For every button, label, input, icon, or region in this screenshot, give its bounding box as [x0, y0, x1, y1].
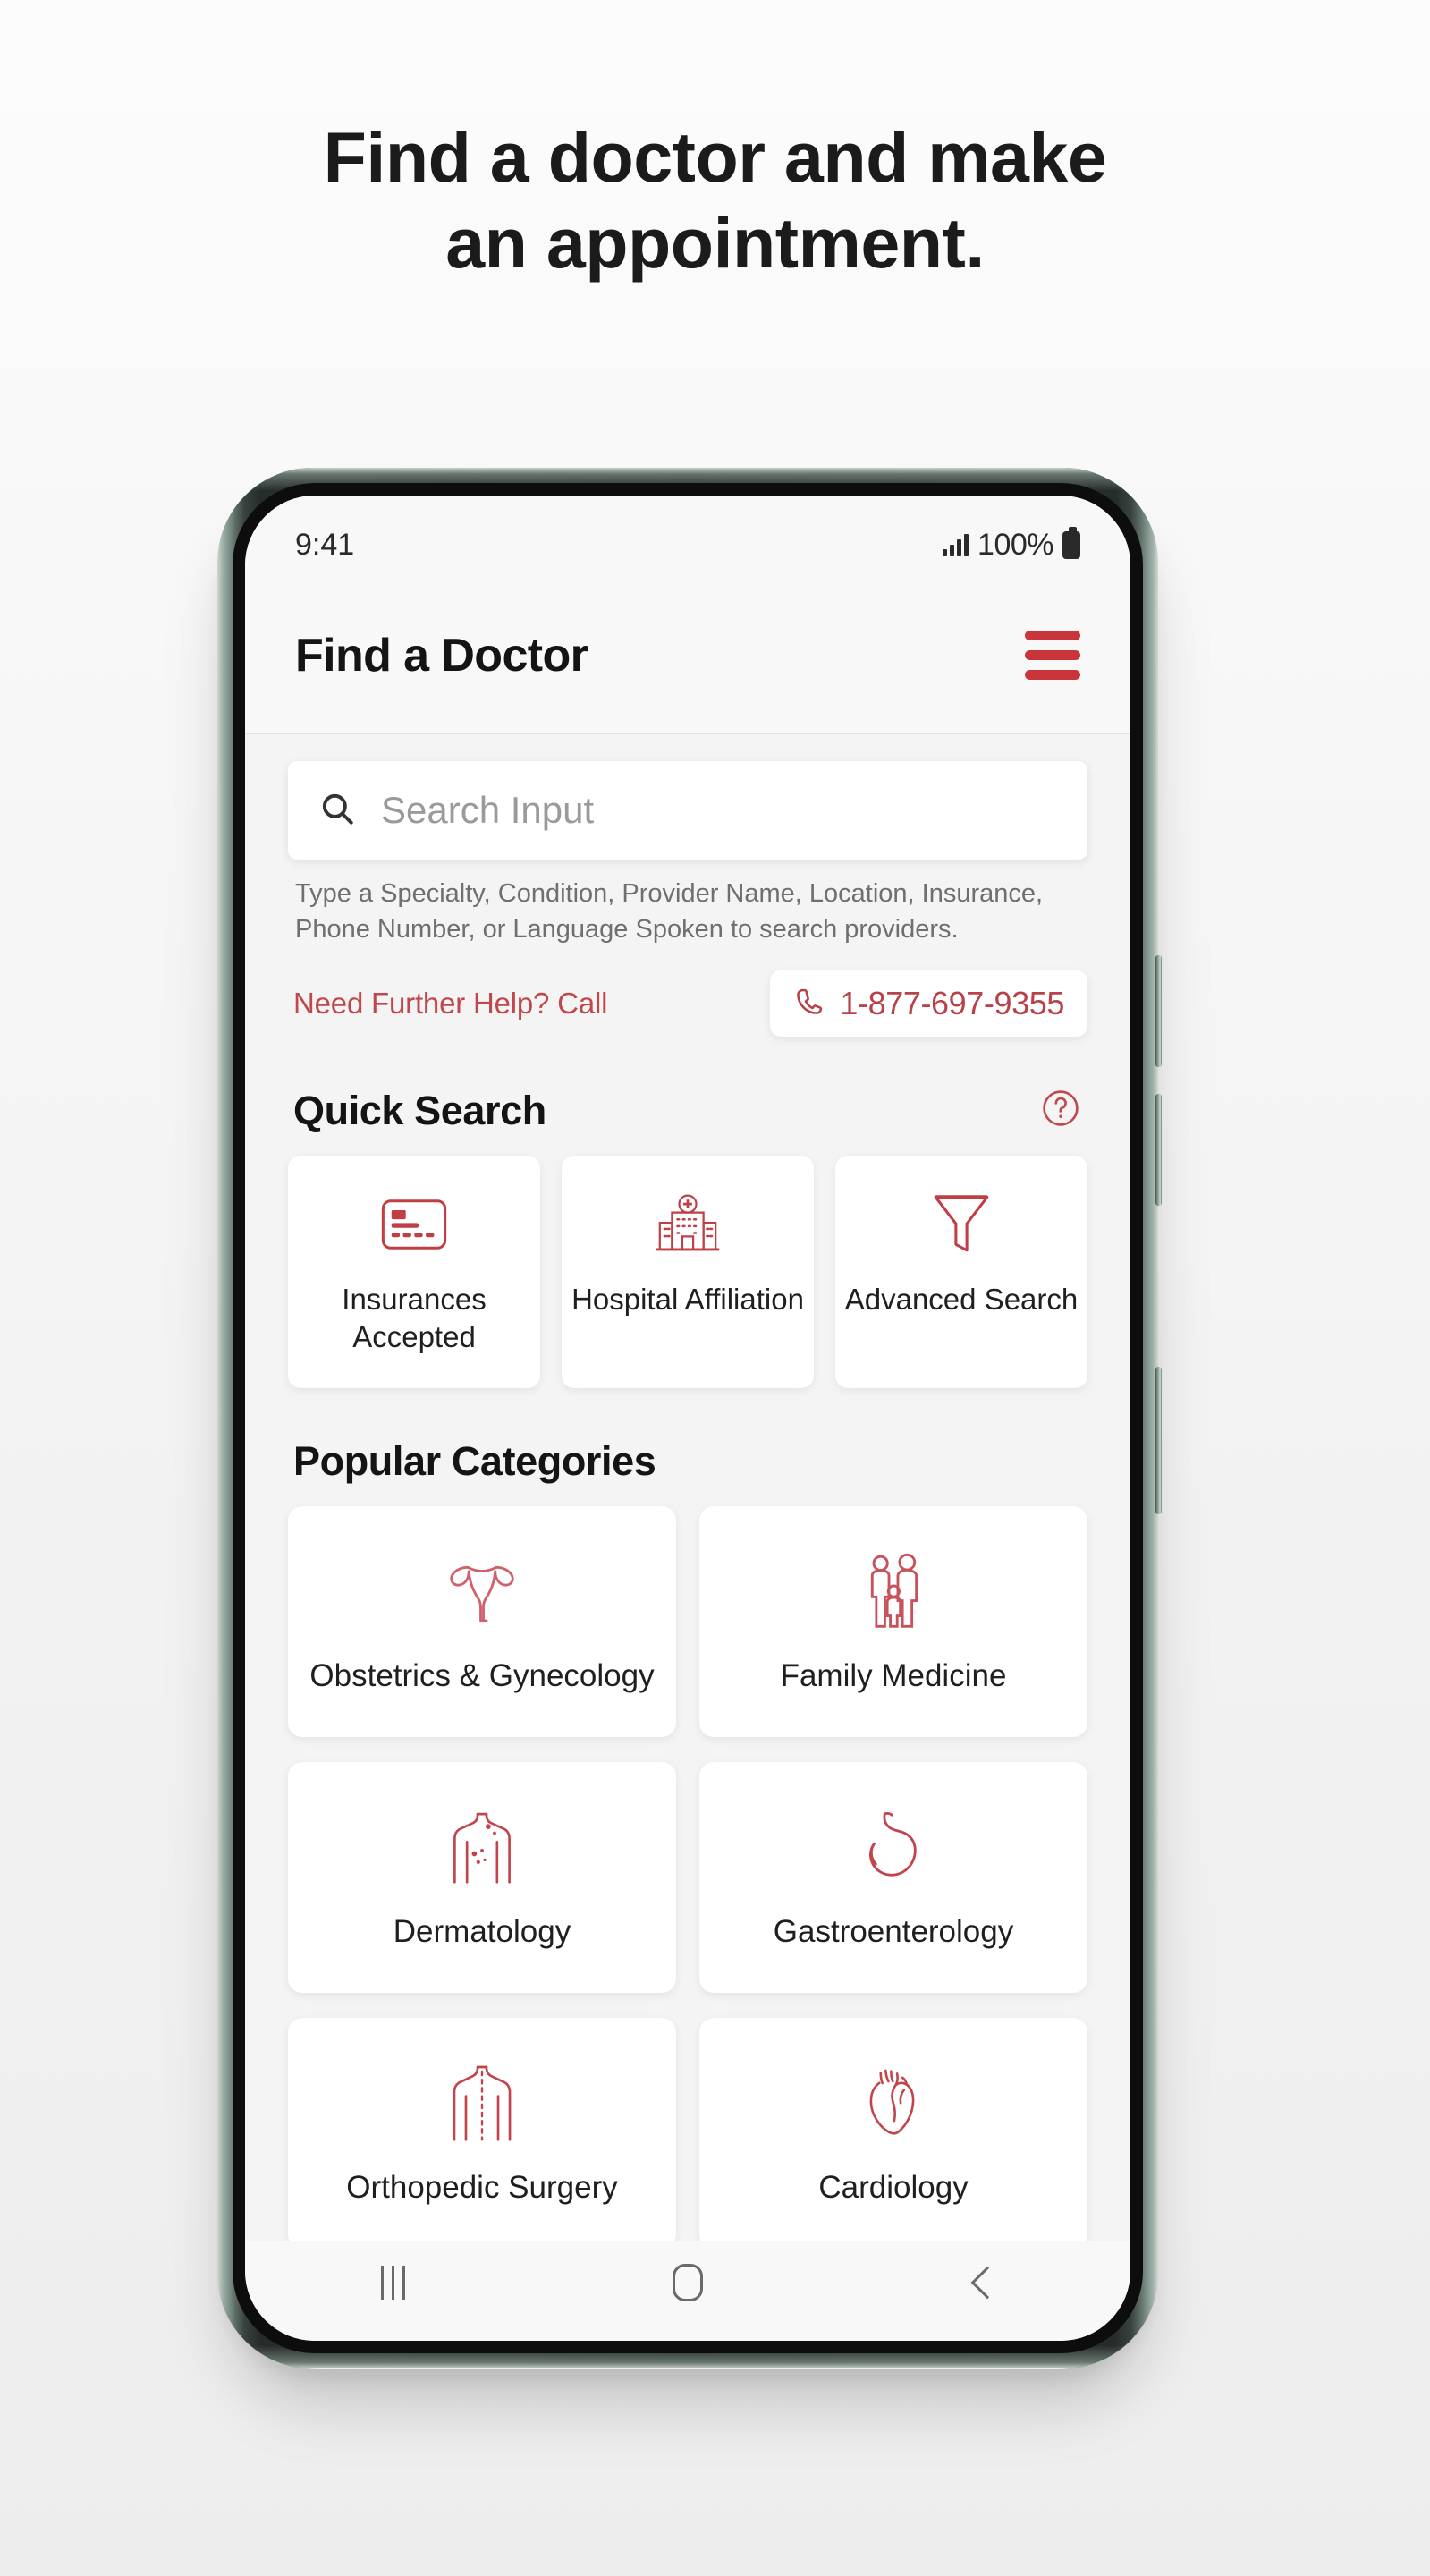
phone-device-mockup: 9:41 100% Find a Doctor Search Input Typ…: [217, 468, 1162, 2368]
android-nav-bar: [245, 2241, 1130, 2341]
category-card-label: Dermatology: [393, 1914, 571, 1950]
category-card-label: Gastroenterology: [773, 1914, 1014, 1950]
category-card-cardiology[interactable]: Cardiology: [699, 2018, 1087, 2241]
back-icon[interactable]: [911, 2266, 1054, 2300]
category-card-label: Orthopedic Surgery: [346, 2170, 618, 2206]
popular-categories-grid: Obstetrics & Gynecology Family Medicine …: [288, 1506, 1087, 2241]
heart-anatomical-icon: [862, 2059, 925, 2148]
quick-card-insurances-accepted[interactable]: Insurances Accepted: [288, 1156, 540, 1389]
category-card-label: Obstetrics & Gynecology: [309, 1658, 655, 1694]
volume-down-button[interactable]: [1155, 1094, 1162, 1206]
category-card-orthopedic-surgery[interactable]: Orthopedic Surgery: [288, 2018, 676, 2241]
search-section: Type a Specialty, Condition, Provider Na…: [288, 734, 1087, 947]
torso-skin-icon: [444, 1803, 520, 1893]
status-time: 9:41: [295, 527, 355, 562]
search-box[interactable]: [288, 761, 1087, 860]
spine-back-icon: [445, 2059, 519, 2148]
volume-up-button[interactable]: [1155, 955, 1162, 1067]
power-button[interactable]: [1155, 1367, 1162, 1514]
quick-card-hospital-affiliation[interactable]: Hospital Affiliation: [562, 1156, 814, 1389]
help-call-label: Need Further Help? Call: [293, 987, 608, 1021]
search-helper-text: Type a Specialty, Condition, Provider Na…: [295, 879, 1044, 945]
family-people-icon: [860, 1547, 927, 1637]
category-card-family-medicine[interactable]: Family Medicine: [699, 1506, 1087, 1738]
uterus-icon: [444, 1547, 520, 1637]
insurance-card-icon: [381, 1188, 447, 1261]
funnel-filter-icon: [932, 1188, 991, 1261]
hospital-building-icon: [653, 1188, 723, 1261]
headline-line-2: an appointment.: [445, 203, 985, 284]
hamburger-menu-icon[interactable]: [1025, 631, 1080, 680]
phone-screen: 9:41 100% Find a Doctor Search Input Typ…: [245, 496, 1130, 2341]
quick-search-title: Quick Search: [293, 1087, 546, 1133]
call-phone-number: 1-877-697-9355: [840, 985, 1064, 1022]
stomach-icon: [861, 1803, 926, 1893]
battery-percent-label: 100%: [977, 527, 1053, 562]
status-bar: 9:41 100%: [245, 496, 1130, 578]
popular-categories-header: Popular Categories: [288, 1438, 1087, 1485]
page-headline: Find a doctor and make an appointment.: [0, 114, 1430, 287]
quick-card-label: Insurances Accepted: [342, 1283, 487, 1353]
recents-icon[interactable]: [321, 2266, 464, 2300]
search-input[interactable]: [381, 789, 1057, 832]
app-bar: Find a Doctor: [245, 578, 1130, 734]
popular-categories-title: Popular Categories: [293, 1438, 656, 1485]
question-mark-circle-icon[interactable]: [1039, 1087, 1082, 1134]
category-card-dermatology[interactable]: Dermatology: [288, 1762, 676, 1994]
quick-card-label: Advanced Search: [844, 1283, 1079, 1317]
quick-card-advanced-search[interactable]: Advanced Search: [835, 1156, 1087, 1389]
headline-line-1: Find a doctor and make: [323, 117, 1107, 197]
category-card-gastroenterology[interactable]: Gastroenterology: [699, 1762, 1087, 1994]
help-call-row: Need Further Help? Call 1-877-697-9355: [288, 970, 1087, 1038]
category-card-label: Family Medicine: [780, 1658, 1007, 1694]
search-icon: [318, 790, 356, 832]
page-title: Find a Doctor: [295, 629, 588, 682]
status-right-cluster: 100%: [943, 526, 1080, 563]
home-icon[interactable]: [616, 2264, 759, 2301]
quick-search-header: Quick Search: [288, 1087, 1087, 1134]
signal-bars-icon: [943, 533, 969, 556]
battery-full-icon: [1062, 526, 1080, 559]
phone-handset-icon: [793, 986, 825, 1022]
quick-card-label: Hospital Affiliation: [571, 1283, 804, 1317]
app-content: Type a Specialty, Condition, Provider Na…: [245, 734, 1130, 2241]
category-card-obstetrics-gynecology[interactable]: Obstetrics & Gynecology: [288, 1506, 676, 1738]
category-card-label: Cardiology: [818, 2170, 969, 2206]
call-phone-button[interactable]: 1-877-697-9355: [770, 970, 1087, 1038]
quick-search-grid: Insurances Accepted Hospital Affiliation…: [288, 1156, 1087, 1389]
